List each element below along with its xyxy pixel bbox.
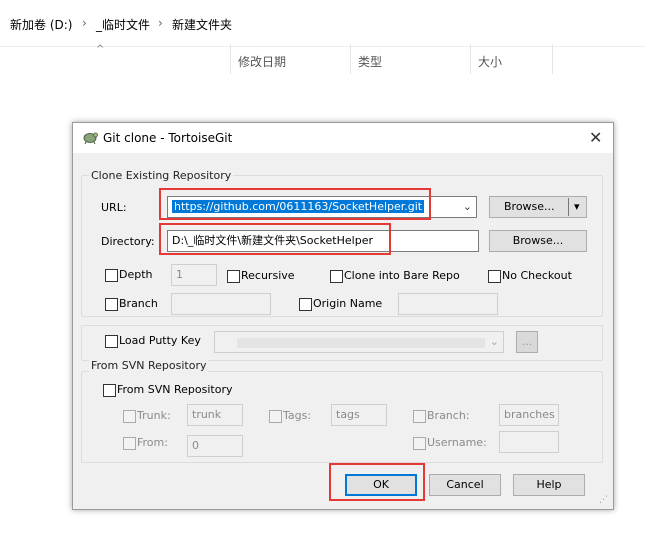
depth-input[interactable]: 1 (171, 264, 217, 286)
split-divider (568, 198, 569, 216)
svn-branch-label: Branch: (427, 409, 470, 422)
dropdown-arrow-icon[interactable]: ▾ (574, 197, 580, 217)
from-input[interactable]: 0 (187, 435, 243, 457)
column-divider[interactable] (230, 44, 231, 74)
from-label: From: (137, 436, 168, 449)
browse-url-label: Browse... (504, 200, 555, 213)
breadcrumb-new-folder[interactable]: 新建文件夹 (172, 16, 232, 33)
column-type[interactable]: 类型 (358, 53, 382, 70)
breadcrumb-drive[interactable]: 新加卷 (D:) (10, 16, 72, 33)
column-size[interactable]: 大小 (478, 53, 502, 70)
chevron-down-icon[interactable]: ⌄ (490, 332, 499, 352)
close-icon[interactable]: ✕ (589, 128, 602, 147)
origin-name-label: Origin Name (313, 297, 383, 310)
tags-input[interactable]: tags (331, 404, 387, 426)
recursive-checkbox[interactable] (227, 270, 240, 283)
branch-input[interactable] (171, 293, 271, 315)
putty-key-browse-button[interactable]: ... (516, 331, 538, 353)
from-svn-label: From SVN Repository (117, 383, 233, 396)
directory-label: Directory: (101, 235, 155, 248)
column-divider[interactable] (552, 44, 553, 74)
dialog-title: Git clone - TortoiseGit (103, 131, 233, 145)
tags-label: Tags: (283, 409, 312, 422)
breadcrumb-temp-folder[interactable]: _临时文件 (96, 16, 150, 33)
cancel-button[interactable]: Cancel (429, 474, 501, 496)
branch-label: Branch (119, 297, 158, 310)
url-highlight-box (159, 188, 431, 220)
no-checkout-label: No Checkout (502, 269, 572, 282)
column-divider[interactable] (350, 44, 351, 74)
dialog-titlebar[interactable]: Git clone - TortoiseGit ✕ (73, 123, 613, 153)
sort-ascending-icon: ^ (96, 44, 105, 55)
putty-key-placeholder (237, 338, 485, 348)
trunk-checkbox[interactable] (123, 410, 136, 423)
origin-name-input[interactable] (398, 293, 498, 315)
column-divider[interactable] (470, 44, 471, 74)
username-label: Username: (427, 436, 487, 449)
depth-label: Depth (119, 268, 153, 281)
svn-group-label: From SVN Repository (89, 359, 209, 372)
svn-branch-checkbox[interactable] (413, 410, 426, 423)
help-button[interactable]: Help (513, 474, 585, 496)
explorer-address-bar: 新加卷 (D:) › _临时文件 › 新建文件夹 (0, 0, 645, 46)
depth-checkbox[interactable] (105, 269, 118, 282)
resize-grip-icon[interactable]: ⋰ (599, 495, 608, 505)
recursive-label: Recursive (241, 269, 295, 282)
no-checkout-checkbox[interactable] (488, 270, 501, 283)
breadcrumb-separator-icon: › (82, 16, 87, 30)
git-clone-dialog: Git clone - TortoiseGit ✕ Clone Existing… (72, 122, 614, 510)
url-label: URL: (101, 201, 127, 214)
clone-existing-group-label: Clone Existing Repository (89, 169, 234, 182)
tortoisegit-logo-icon (82, 130, 98, 147)
origin-name-checkbox[interactable] (299, 298, 312, 311)
column-modified-date[interactable]: 修改日期 (238, 53, 286, 70)
trunk-input[interactable]: trunk (187, 404, 243, 426)
branch-checkbox[interactable] (105, 298, 118, 311)
from-revision-checkbox[interactable] (123, 437, 136, 450)
branches-input[interactable]: branches (499, 404, 559, 426)
tags-checkbox[interactable] (269, 410, 282, 423)
load-putty-key-label: Load Putty Key (119, 334, 201, 347)
from-svn-checkbox[interactable] (103, 384, 116, 397)
putty-key-combobox[interactable]: ⌄ (214, 331, 504, 353)
username-checkbox[interactable] (413, 437, 426, 450)
load-putty-key-checkbox[interactable] (105, 335, 118, 348)
directory-highlight-box (159, 223, 391, 255)
bare-repo-checkbox[interactable] (330, 270, 343, 283)
trunk-label: Trunk: (137, 409, 171, 422)
bare-repo-label: Clone into Bare Repo (344, 269, 460, 282)
username-input[interactable] (499, 431, 559, 453)
chevron-down-icon[interactable]: ⌄ (463, 197, 472, 217)
browse-directory-button[interactable]: Browse... (489, 230, 587, 252)
breadcrumb-separator-icon: › (158, 16, 163, 30)
ok-highlight-box (329, 463, 425, 501)
browse-url-button[interactable]: Browse... ▾ (489, 196, 587, 218)
